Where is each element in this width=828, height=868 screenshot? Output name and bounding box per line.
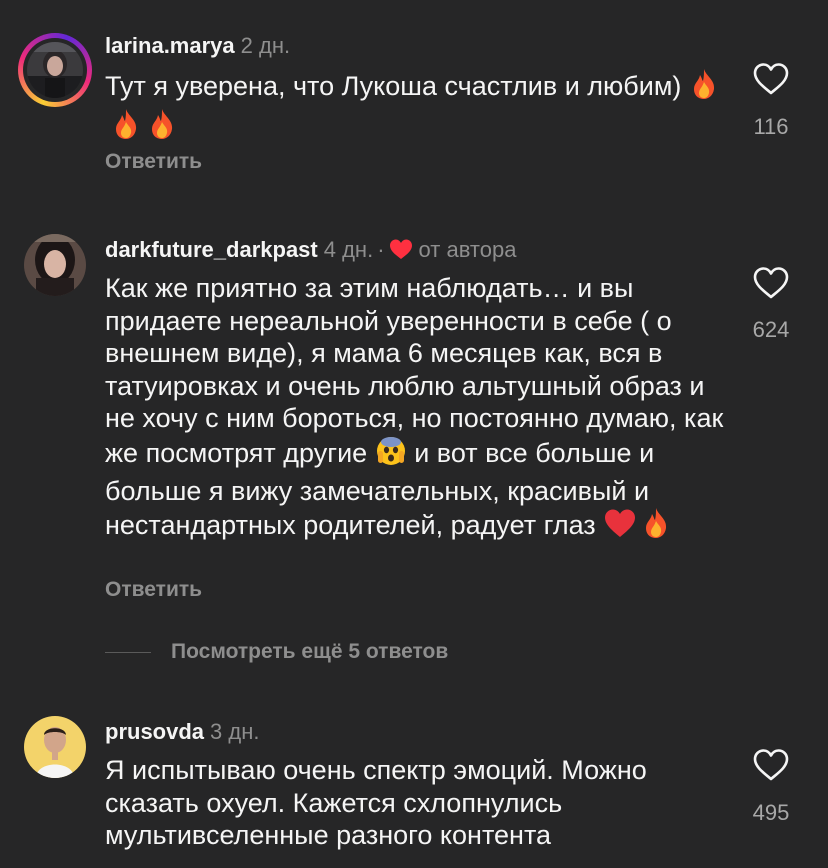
comment-meta: darkfuture_darkpast 4 дн. · от автора — [105, 236, 516, 267]
comment-text: Тут я уверена, что Лукоша счастлив и люб… — [105, 68, 725, 147]
heart-icon[interactable] — [752, 62, 790, 96]
comment-text: Я испытываю очень спектр эмоций. Можно с… — [105, 755, 647, 851]
comment-meta: prusovda 3 дн. — [105, 718, 259, 746]
timestamp: 3 дн. — [210, 719, 260, 744]
comment-text: Как же приятно за этим наблюдать… и вы п… — [105, 272, 735, 547]
by-author-label: от автора — [418, 237, 517, 262]
username[interactable]: larina.marya — [105, 33, 235, 58]
comment-meta: larina.marya 2 дн. — [105, 32, 290, 60]
avatar-story-ring[interactable] — [18, 33, 92, 107]
divider-line — [105, 651, 151, 653]
fearful-face-icon — [375, 435, 407, 475]
fire-icon — [147, 108, 177, 148]
author-liked-heart-icon — [389, 238, 413, 267]
timestamp: 4 дн. — [323, 237, 374, 262]
username[interactable]: darkfuture_darkpast — [105, 237, 318, 262]
timestamp: 2 дн. — [240, 33, 291, 58]
heart-icon[interactable] — [752, 748, 790, 782]
heart-icon[interactable] — [752, 266, 790, 300]
username[interactable]: prusovda — [105, 719, 204, 744]
red-heart-icon — [603, 507, 637, 547]
avatar[interactable] — [24, 716, 86, 778]
avatar[interactable] — [24, 234, 86, 296]
fire-icon — [689, 68, 719, 108]
comment-2: darkfuture_darkpast 4 дн. · от автора Как ж… — [0, 220, 828, 620]
separator: · — [377, 237, 385, 262]
fire-icon — [641, 507, 671, 547]
like-count: 116 — [753, 114, 789, 139]
reply-button[interactable]: Ответить — [105, 578, 202, 602]
fire-icon — [111, 108, 141, 148]
comment-1: larina.marya 2 дн. Тут я уверена, что Лук… — [0, 0, 828, 200]
like-count: 624 — [752, 317, 790, 342]
comment-3: prusovda 3 дн. Я испытываю очень спектр э… — [0, 700, 828, 868]
like-count: 495 — [752, 800, 790, 825]
view-more-replies-button[interactable]: Посмотреть ещё 5 ответов — [105, 640, 448, 668]
reply-button[interactable]: Ответить — [105, 150, 202, 174]
